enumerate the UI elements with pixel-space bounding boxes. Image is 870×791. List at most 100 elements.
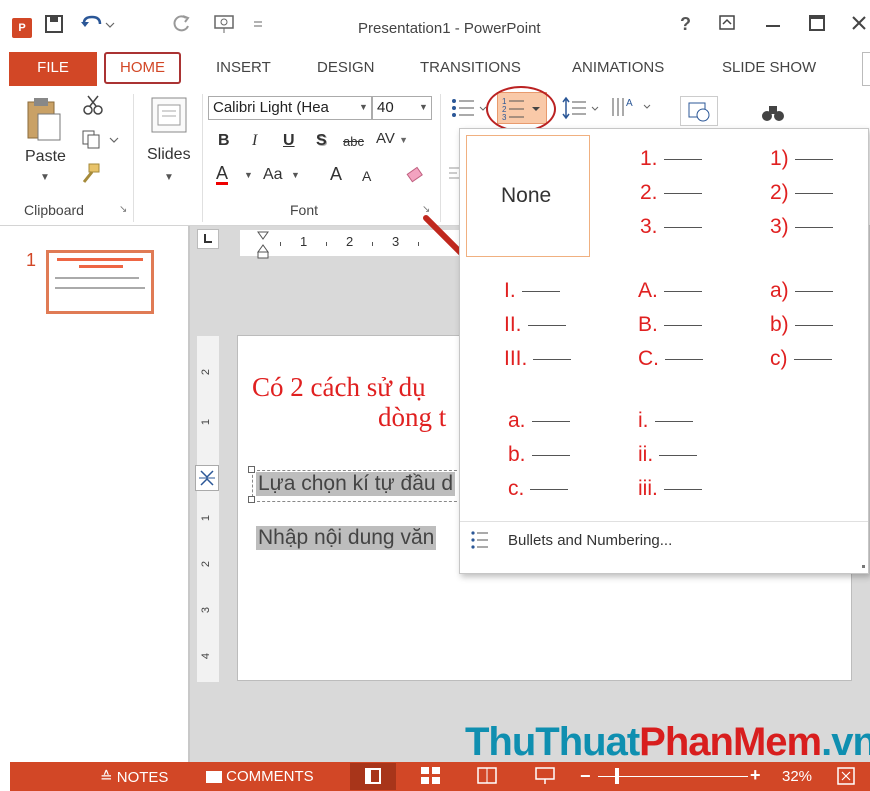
vertical-marker-icon[interactable] bbox=[195, 465, 219, 491]
maximize-icon[interactable] bbox=[808, 14, 826, 37]
character-spacing-button[interactable]: AV ▼ bbox=[376, 130, 408, 147]
clipboard-group-label: Clipboard bbox=[24, 202, 84, 218]
normal-view-button[interactable] bbox=[350, 763, 396, 790]
paste-label: Paste bbox=[25, 148, 66, 165]
ruler-mark: 1 bbox=[200, 514, 213, 522]
thumbnail-title-line bbox=[57, 258, 143, 261]
group-separator bbox=[440, 94, 441, 222]
new-slide-button[interactable] bbox=[150, 96, 188, 139]
title-bar: P Presentation1 - PowerPoint ? bbox=[0, 0, 870, 52]
font-size-dropdown-icon[interactable]: ▼ bbox=[419, 102, 428, 112]
help-button[interactable]: ? bbox=[680, 14, 691, 35]
bullets-list-icon bbox=[470, 529, 492, 556]
clipboard-launcher-icon[interactable]: ↘ bbox=[119, 204, 127, 215]
slide-title-line1[interactable]: Có 2 cách sử dụ bbox=[252, 372, 426, 403]
number-marker: b. bbox=[508, 443, 570, 467]
slide-title-line2[interactable]: dòng t bbox=[378, 402, 446, 433]
number-marker: I. bbox=[504, 279, 571, 303]
undo-icon[interactable] bbox=[80, 14, 116, 39]
zoom-slider-thumb[interactable] bbox=[615, 768, 619, 784]
numbering-option-roman-upper[interactable]: I. II. III. bbox=[504, 279, 572, 371]
number-marker: b) bbox=[770, 313, 833, 337]
vertical-ruler[interactable]: 2 1 1 2 3 4 bbox=[195, 336, 219, 682]
tab-slide-show[interactable]: SLIDE SHOW bbox=[722, 52, 816, 86]
indent-marker-icon[interactable] bbox=[256, 230, 270, 265]
line-spacing-icon[interactable] bbox=[562, 96, 602, 125]
font-color-button[interactable]: A bbox=[216, 164, 229, 185]
slide-sorter-icon[interactable] bbox=[420, 766, 442, 789]
shadow-button[interactable]: S bbox=[316, 132, 327, 150]
tab-file[interactable]: FILE bbox=[9, 52, 97, 86]
reading-view-icon[interactable] bbox=[476, 766, 498, 789]
zoom-in-button[interactable]: + bbox=[750, 765, 761, 786]
text-direction-icon[interactable]: A bbox=[610, 94, 654, 125]
font-name-input[interactable]: Calibri Light (Hea bbox=[208, 96, 372, 120]
strikethrough-button[interactable]: abc bbox=[343, 134, 364, 149]
slide-thumbnail[interactable] bbox=[46, 250, 154, 314]
clear-formatting-icon[interactable] bbox=[404, 164, 426, 191]
resize-handle[interactable] bbox=[248, 496, 255, 503]
find-icon[interactable] bbox=[760, 102, 786, 129]
format-painter-icon[interactable] bbox=[80, 162, 102, 189]
bullets-and-numbering-menu-item[interactable]: Bullets and Numbering... bbox=[460, 525, 868, 557]
change-case-button[interactable]: Aa bbox=[263, 166, 283, 184]
number-marker: 3) bbox=[770, 215, 833, 239]
tab-design[interactable]: DESIGN bbox=[317, 52, 375, 86]
numbering-option-alpha-paren[interactable]: a) b) c) bbox=[770, 279, 833, 371]
resize-handle[interactable] bbox=[248, 466, 255, 473]
shrink-font-button[interactable]: A bbox=[362, 168, 371, 184]
comments-button[interactable]: COMMENTS bbox=[206, 768, 314, 785]
redo-icon[interactable] bbox=[172, 14, 192, 39]
fit-to-window-icon[interactable] bbox=[836, 766, 856, 789]
notes-button[interactable]: ≙ NOTES bbox=[100, 768, 168, 786]
close-icon[interactable] bbox=[850, 14, 868, 37]
font-name-dropdown-icon[interactable]: ▼ bbox=[359, 102, 368, 112]
thumbnail-text-line bbox=[55, 287, 145, 289]
tab-selector[interactable] bbox=[197, 229, 219, 249]
watermark-part2: PhanMem bbox=[639, 720, 822, 764]
paste-button[interactable] bbox=[24, 96, 68, 149]
font-color-dropdown-icon[interactable]: ▼ bbox=[244, 170, 253, 180]
bullets-icon[interactable] bbox=[450, 96, 490, 125]
tab-home[interactable]: HOME bbox=[104, 52, 181, 84]
number-marker: ii. bbox=[638, 443, 702, 467]
underline-button[interactable]: U bbox=[283, 132, 295, 150]
zoom-slider[interactable] bbox=[598, 776, 748, 777]
save-icon[interactable] bbox=[44, 14, 64, 39]
grow-font-button[interactable]: A bbox=[330, 164, 342, 185]
watermark: ThuThuatPhanMem.vn bbox=[465, 720, 870, 765]
tab-transitions[interactable]: TRANSITIONS bbox=[420, 52, 521, 86]
numbering-option-123-dot[interactable]: 1. 2. 3. bbox=[640, 147, 702, 239]
group-separator bbox=[133, 94, 134, 222]
change-case-dropdown-icon[interactable]: ▼ bbox=[291, 170, 300, 180]
number-marker: 2. bbox=[640, 181, 702, 205]
numbering-option-123-paren[interactable]: 1) 2) 3) bbox=[770, 147, 833, 239]
number-marker: 2) bbox=[770, 181, 833, 205]
numbering-option-roman-lower[interactable]: i. ii. iii. bbox=[638, 409, 702, 501]
copy-icon[interactable] bbox=[82, 130, 122, 155]
slide-number: 1 bbox=[26, 250, 37, 270]
tab-insert[interactable]: INSERT bbox=[216, 52, 271, 86]
slides-dropdown-icon[interactable]: ▼ bbox=[164, 172, 174, 183]
restore-icon[interactable] bbox=[718, 14, 736, 37]
cut-icon[interactable] bbox=[82, 94, 104, 121]
presentation-icon[interactable] bbox=[214, 14, 264, 39]
spacing-dropdown-icon[interactable]: ▼ bbox=[399, 135, 408, 145]
bold-button[interactable]: B bbox=[218, 132, 230, 150]
slide-bullet[interactable]: Nhập nội dung văn bbox=[256, 526, 437, 550]
slide-bullet-selected[interactable]: Lựa chọn kí tự đầu d bbox=[256, 472, 456, 496]
numbering-none-option[interactable]: None bbox=[466, 135, 590, 257]
minimize-icon[interactable] bbox=[764, 14, 782, 37]
thumbnail-title-line bbox=[79, 265, 123, 268]
slideshow-icon[interactable] bbox=[534, 766, 556, 789]
resize-grip[interactable] bbox=[862, 565, 865, 568]
italic-button[interactable]: I bbox=[252, 132, 257, 150]
paste-dropdown-icon[interactable]: ▼ bbox=[40, 172, 50, 183]
number-marker: III. bbox=[504, 347, 572, 371]
numbering-option-alpha-lower[interactable]: a. b. c. bbox=[508, 409, 570, 501]
numbering-option-alpha-upper[interactable]: A. B. C. bbox=[638, 279, 703, 371]
tab-animations[interactable]: ANIMATIONS bbox=[572, 52, 664, 86]
zoom-level[interactable]: 32% bbox=[782, 768, 812, 785]
zoom-out-button[interactable]: − bbox=[580, 766, 591, 787]
shapes-button[interactable] bbox=[680, 96, 718, 126]
